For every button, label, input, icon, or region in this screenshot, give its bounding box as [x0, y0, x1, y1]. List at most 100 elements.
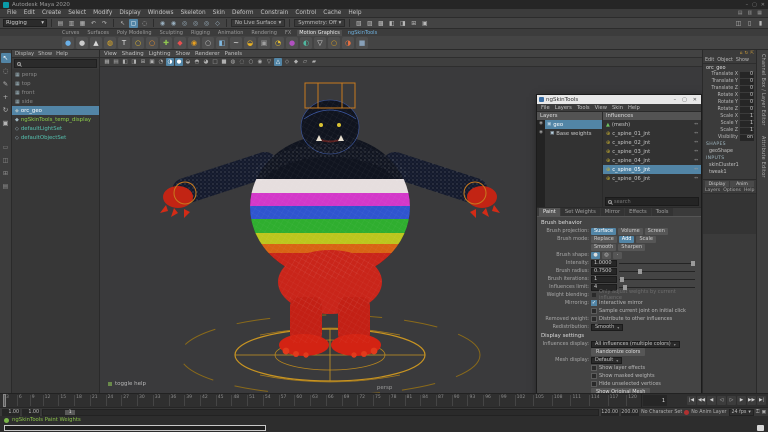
- slider-track[interactable]: [619, 276, 695, 283]
- selection-mode-icon[interactable]: ◌: [140, 19, 149, 28]
- tool-icon[interactable]: ✎: [1, 79, 11, 89]
- layer-editor-menu-item[interactable]: Layers: [705, 188, 720, 193]
- channel-box-object-name[interactable]: orc_geo: [703, 64, 756, 71]
- viewport-toggle-icon[interactable]: △: [274, 58, 282, 66]
- menu-item[interactable]: Cache: [320, 10, 344, 16]
- viewport-toggle-icon[interactable]: ◑: [166, 58, 174, 66]
- outliner-item[interactable]: ▦ top: [12, 79, 99, 88]
- layer-row[interactable]: ▣ Base weights: [545, 129, 602, 138]
- eye-icon[interactable]: ◉: [539, 130, 543, 135]
- channel-value-field[interactable]: 1: [740, 114, 754, 120]
- channel-value-field[interactable]: 0: [740, 107, 754, 113]
- range-handle[interactable]: 1: [65, 410, 75, 415]
- outliner-menu-item[interactable]: Help: [56, 51, 68, 57]
- sidebar-vertical-tab[interactable]: Attribute Editor: [760, 136, 765, 178]
- live-surface-dropdown[interactable]: No Live Surface▾: [231, 19, 285, 27]
- maximize-icon[interactable]: ▢: [752, 2, 757, 8]
- shelf-tool-icon[interactable]: ◒: [244, 37, 256, 49]
- ngskintools-menu-item[interactable]: Layers: [555, 105, 572, 111]
- channel-box-menu-item[interactable]: Edit: [705, 58, 714, 63]
- brush-projection-button[interactable]: Volume: [618, 228, 643, 235]
- shelf-tool-icon[interactable]: ◐: [300, 37, 312, 49]
- ngskintools-titlebar[interactable]: ngSkinTools – ▢ ✕: [537, 95, 701, 104]
- shelf-tool-icon[interactable]: ○: [132, 37, 144, 49]
- layer-editor-menu-item[interactable]: Help: [744, 188, 754, 193]
- tool-icon[interactable]: ▣: [1, 118, 11, 128]
- preferences-icon[interactable]: ▣: [761, 410, 766, 415]
- layer-editor-tab[interactable]: Display: [705, 181, 729, 187]
- selection-mode-icon[interactable]: ▢: [129, 19, 138, 28]
- influences-display-dropdown[interactable]: All influences (multiple colors)▾: [591, 341, 680, 348]
- menu-item[interactable]: Display: [116, 10, 143, 16]
- influence-row[interactable]: ⊕ c_spine_03_jnt ↔: [603, 147, 701, 156]
- shelf-tool-icon[interactable]: ✚: [160, 37, 172, 49]
- render-icon[interactable]: ▩: [376, 19, 385, 28]
- menubar-right-icon[interactable]: ▤: [736, 10, 745, 16]
- snap-magnet-icon[interactable]: ◎: [191, 19, 200, 28]
- slider-handle[interactable]: [691, 261, 695, 266]
- slider-track[interactable]: [619, 260, 695, 267]
- playhead[interactable]: [3, 394, 6, 407]
- render-icon[interactable]: ◧: [387, 19, 396, 28]
- ngskintools-tab[interactable]: Tools: [652, 208, 673, 216]
- shelf-tool-icon[interactable]: ○: [202, 37, 214, 49]
- viewport-toggle-icon[interactable]: ◒: [184, 58, 192, 66]
- playback-button[interactable]: ▶: [737, 396, 746, 405]
- auto-key-icon[interactable]: ⚿: [756, 409, 760, 415]
- symmetry-dropdown[interactable]: Symmetry: Off▾: [294, 19, 345, 27]
- influence-row[interactable]: ▲ (mesh) ↔: [603, 120, 701, 129]
- influence-row[interactable]: ⊕ c_spine_04_jnt ↔: [603, 156, 701, 165]
- channel-value-field[interactable]: 0: [740, 93, 754, 99]
- outliner-item[interactable]: ◆ ngSkinTools_temp_display: [12, 115, 99, 124]
- tool-icon[interactable]: ↻: [1, 105, 11, 115]
- menubar-right-icon[interactable]: ▥: [746, 10, 755, 16]
- layer-row[interactable]: ▣ geo: [545, 120, 602, 129]
- shelf-tool-icon[interactable]: ○: [328, 37, 340, 49]
- viewport-toggle-icon[interactable]: ◨: [130, 58, 138, 66]
- viewport-toggle-icon[interactable]: ▦: [103, 58, 111, 66]
- channel-value-field[interactable]: 0: [740, 100, 754, 106]
- shape-node-name[interactable]: geoShape: [703, 148, 756, 155]
- brush-projection-button[interactable]: Surface: [591, 228, 616, 235]
- range-max-field[interactable]: 200.00: [621, 409, 639, 416]
- sidebar-toggle-icon[interactable]: ▮: [756, 19, 765, 28]
- shelf-tool-icon[interactable]: ▽: [314, 37, 326, 49]
- checkbox[interactable]: [591, 300, 597, 306]
- selection-mode-icon[interactable]: ↖: [118, 19, 127, 28]
- channel-box-menu-item[interactable]: Object: [717, 58, 733, 63]
- file-op-icon[interactable]: ↷: [100, 19, 109, 28]
- checkbox[interactable]: [591, 365, 597, 371]
- influence-row[interactable]: ⊕ c_spine_02_jnt ↔: [603, 138, 701, 147]
- brush-shape-soft-button[interactable]: ◎: [602, 252, 611, 259]
- outliner-menu-item[interactable]: Display: [15, 51, 34, 57]
- minimize-icon[interactable]: –: [672, 97, 679, 103]
- menu-item[interactable]: Constrain: [258, 10, 292, 16]
- input-node-name[interactable]: tweak1: [703, 169, 756, 176]
- shelf-tool-icon[interactable]: ◍: [104, 37, 116, 49]
- brush-projection-button[interactable]: Screen: [645, 228, 668, 235]
- current-frame-field[interactable]: 1: [643, 395, 667, 406]
- ngskintools-menu-item[interactable]: Skin: [612, 105, 623, 111]
- snap-magnet-icon[interactable]: ◎: [202, 19, 211, 28]
- range-min-field[interactable]: 1.00: [2, 409, 20, 416]
- sidebar-toggle-icon[interactable]: ▯: [745, 19, 754, 28]
- menu-item[interactable]: Control: [292, 10, 319, 16]
- toggle-help-label[interactable]: toggle help: [115, 381, 146, 387]
- brush-mode-button[interactable]: Scale: [636, 236, 655, 243]
- playback-button[interactable]: ◀: [707, 396, 716, 405]
- viewport-toggle-icon[interactable]: ●: [175, 58, 183, 66]
- viewport-toggle-icon[interactable]: ■: [220, 58, 228, 66]
- snap-magnet-icon[interactable]: ◎: [180, 19, 189, 28]
- checkbox[interactable]: [591, 316, 597, 322]
- playback-button[interactable]: ▷: [727, 396, 736, 405]
- viewport-menu-item[interactable]: Panels: [225, 51, 242, 57]
- shelf-tool-icon[interactable]: ◧: [216, 37, 228, 49]
- slider-value-field[interactable]: 1: [591, 276, 617, 283]
- outliner-item[interactable]: ◇ defaultObjectSet: [12, 133, 99, 142]
- viewport-toggle-icon[interactable]: □: [211, 58, 219, 66]
- ngskintools-tab[interactable]: Effects: [625, 208, 651, 216]
- range-start-field[interactable]: 1.00: [22, 409, 40, 416]
- sidebar-toggle-icon[interactable]: ◫: [734, 19, 743, 28]
- viewport-menu-item[interactable]: Lighting: [149, 51, 171, 57]
- checkbox[interactable]: [591, 381, 597, 387]
